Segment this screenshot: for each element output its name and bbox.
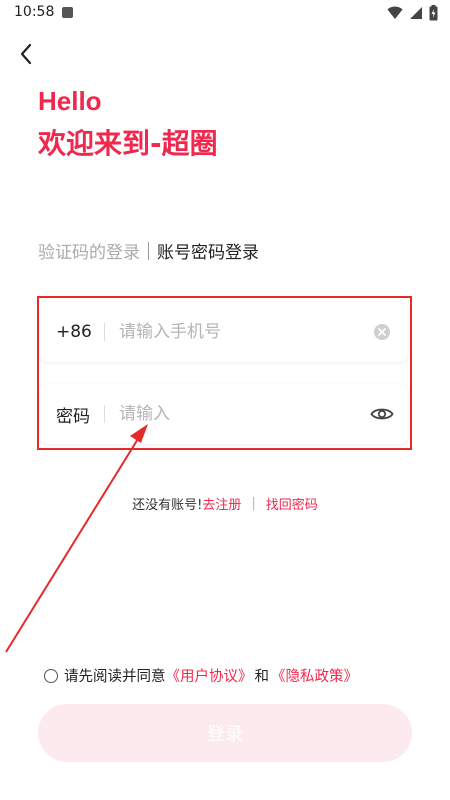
greeting-title: Hello bbox=[38, 86, 102, 116]
battery-charging-icon bbox=[429, 5, 438, 21]
wifi-icon bbox=[387, 6, 403, 19]
user-agreement-link[interactable]: 《用户协议》 bbox=[166, 665, 253, 686]
notification-app-icon bbox=[62, 7, 73, 18]
login-mode-tabs: 验证码的登录 账号密码登录 bbox=[38, 238, 259, 263]
privacy-policy-link[interactable]: 《隐私政策》 bbox=[271, 665, 358, 686]
agreement-radio[interactable] bbox=[44, 668, 58, 683]
agreement-and: 和 bbox=[254, 669, 270, 685]
forgot-password-link[interactable]: 找回密码 bbox=[266, 494, 318, 513]
status-time: 10:58 bbox=[14, 4, 55, 20]
back-button[interactable] bbox=[12, 40, 40, 68]
welcome-title: 欢迎来到-超圈 bbox=[38, 127, 218, 160]
signup-separator: | bbox=[251, 496, 256, 511]
chevron-left-icon bbox=[20, 43, 32, 65]
tab-divider bbox=[148, 241, 149, 260]
signup-link[interactable]: 去注册 bbox=[202, 494, 241, 513]
signup-prompt: 还没有账号! bbox=[132, 498, 203, 513]
signup-row: 还没有账号! 去注册 | 找回密码 bbox=[0, 494, 450, 513]
login-button[interactable]: 登录 bbox=[38, 704, 412, 762]
tab-account-login[interactable]: 账号密码登录 bbox=[157, 238, 259, 263]
agreement-prefix: 请先阅读并同意 bbox=[64, 669, 166, 685]
status-bar: 10:58 bbox=[0, 0, 450, 26]
agreement-row: 请先阅读并同意 《用户协议》 和 《隐私政策》 bbox=[44, 665, 358, 686]
status-icons bbox=[387, 5, 438, 21]
annotation-highlight-box bbox=[37, 296, 412, 450]
cell-signal-icon bbox=[410, 7, 422, 19]
tab-sms-login[interactable]: 验证码的登录 bbox=[38, 238, 140, 263]
